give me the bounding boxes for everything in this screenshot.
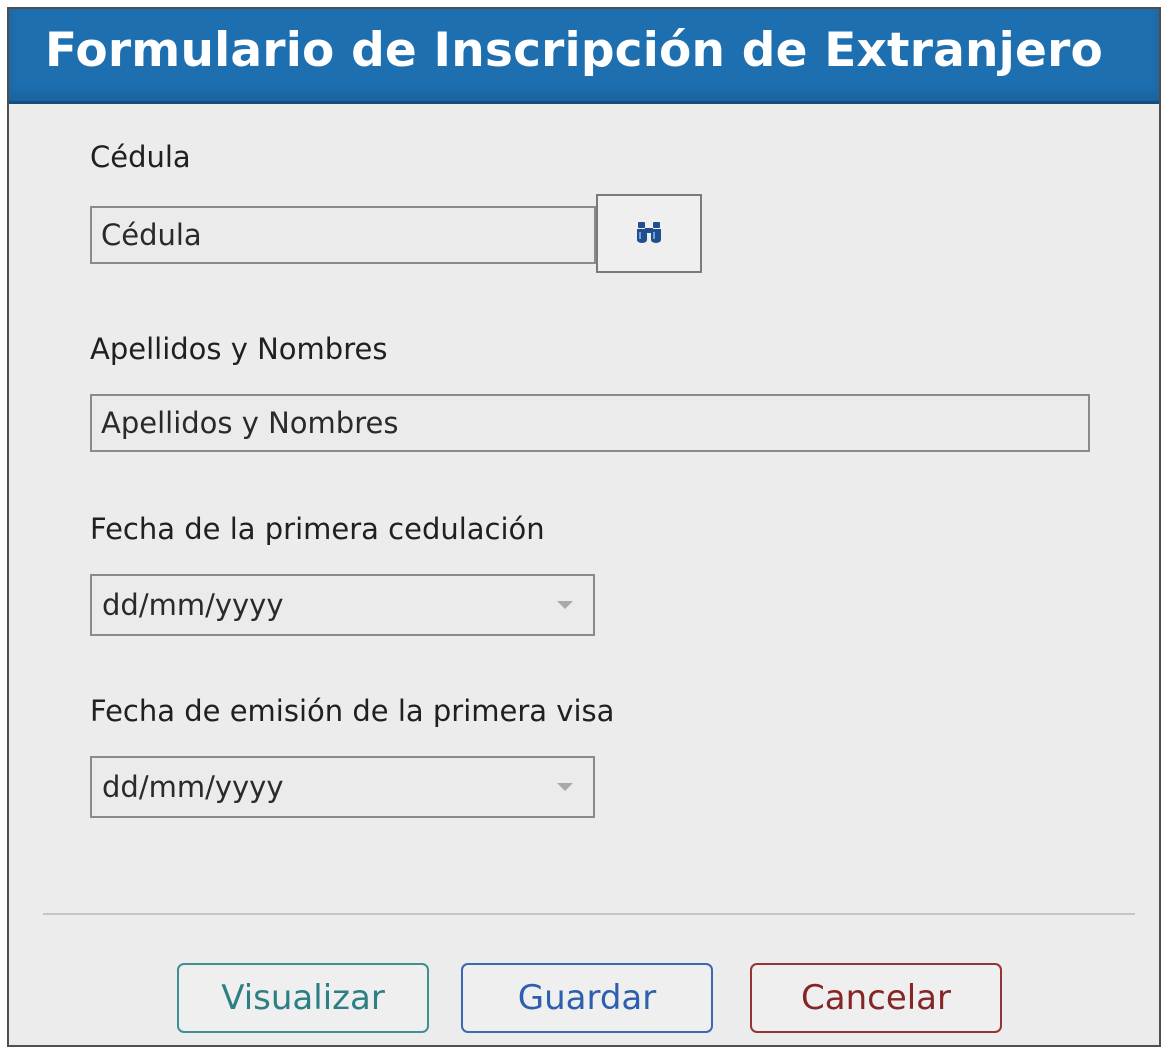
cedula-label: Cédula <box>90 140 191 174</box>
binoculars-icon <box>635 220 663 248</box>
fecha-cedulacion-label: Fecha de la primera cedulación <box>90 512 545 546</box>
fecha-visa-label: Fecha de emisión de la primera visa <box>90 694 615 728</box>
fecha-visa-value: dd/mm/yyyy <box>102 770 284 804</box>
footer-divider <box>43 913 1135 915</box>
nombres-label: Apellidos y Nombres <box>90 332 388 366</box>
fecha-cedulacion-value: dd/mm/yyyy <box>102 588 284 622</box>
guardar-button[interactable]: Guardar <box>461 963 713 1033</box>
cancelar-button[interactable]: Cancelar <box>750 963 1002 1033</box>
fecha-cedulacion-picker[interactable]: dd/mm/yyyy <box>90 574 595 636</box>
title-bar: Formulario de Inscripción de Extranjero <box>9 9 1159 104</box>
visualizar-button[interactable]: Visualizar <box>177 963 429 1033</box>
dialog-title: Formulario de Inscripción de Extranjero <box>45 23 1103 78</box>
chevron-down-icon <box>557 601 573 609</box>
fecha-visa-picker[interactable]: dd/mm/yyyy <box>90 756 595 818</box>
cedula-input[interactable] <box>90 206 596 264</box>
nombres-input[interactable] <box>90 394 1090 452</box>
foreigner-registration-dialog: Formulario de Inscripción de Extranjero … <box>7 7 1161 1047</box>
chevron-down-icon <box>557 783 573 791</box>
search-cedula-button[interactable] <box>596 194 702 273</box>
